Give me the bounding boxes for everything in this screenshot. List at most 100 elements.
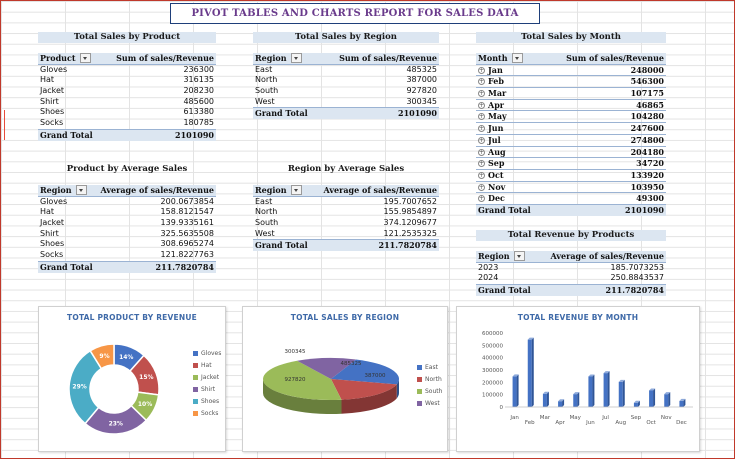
month-bar[interactable]	[618, 381, 623, 407]
row-label: Shoes	[40, 239, 65, 249]
column-label: Region	[478, 251, 510, 261]
month-bar[interactable]	[633, 402, 638, 407]
y-tick-label: 400000	[482, 356, 503, 362]
month-bar[interactable]	[603, 373, 608, 407]
pivot-rows: + Jan 248000 + Feb 546300 + Mar 107175 + Apr 46865 +…	[476, 65, 666, 204]
slice-value-label: 300345	[285, 349, 306, 355]
pivot-heading: Total Revenue by Products	[476, 230, 666, 241]
bar-side	[592, 374, 595, 407]
row-label: Jacket	[40, 218, 65, 228]
total-value: 2101090	[175, 129, 214, 140]
pivot-sales-by-region[interactable]: Total Sales by Region Region Sum of sale…	[253, 32, 439, 120]
filter-dropdown-icon[interactable]	[290, 185, 302, 196]
row-label: Socks	[40, 118, 64, 128]
pivot-column-header: Region Average of sales/Revenue	[253, 185, 439, 197]
month-bar[interactable]	[512, 376, 517, 407]
slice-label: 14%	[119, 354, 133, 361]
pivot-sales-by-month[interactable]: Total Sales by Month Month Sum of sales/…	[476, 32, 666, 216]
pivot-row: Shoes 308.6965274	[38, 239, 216, 250]
legend-label: Socks	[201, 409, 219, 417]
month-bar[interactable]	[558, 401, 563, 407]
month-bar[interactable]	[664, 394, 669, 407]
expand-icon[interactable]: +	[478, 148, 485, 156]
row-value: 300345	[406, 96, 437, 106]
month-bar[interactable]	[649, 390, 654, 407]
filter-dropdown-icon[interactable]	[79, 53, 91, 64]
row-label: South	[255, 86, 279, 96]
month-bar[interactable]	[588, 376, 593, 407]
month-bar[interactable]	[527, 339, 532, 407]
row-value: 308.6965274	[160, 239, 214, 249]
filter-dropdown-icon[interactable]	[75, 185, 87, 196]
legend-swatch	[193, 374, 198, 380]
expand-icon[interactable]: +	[478, 183, 485, 191]
expand-icon[interactable]: +	[478, 113, 485, 121]
chart-month-revenue[interactable]: TOTAL REVENUE BY MONTH 0 100000 200000 3000…	[456, 306, 700, 452]
legend-item: East	[417, 361, 442, 373]
legend-label: Gloves	[201, 349, 222, 357]
expand-icon[interactable]: +	[478, 171, 485, 179]
row-value: 185.7073253	[610, 262, 664, 272]
x-tick-label: Sep	[631, 415, 642, 421]
report-title: PIVOT TABLES AND CHARTS REPORT FOR SALES…	[191, 8, 519, 19]
row-label: Shoes	[40, 107, 65, 117]
y-tick-label: 300000	[482, 368, 503, 374]
row-value: 485325	[406, 64, 437, 74]
legend-swatch	[417, 376, 422, 382]
row-label: East	[255, 64, 273, 74]
legend-swatch	[417, 364, 422, 370]
filter-dropdown-icon[interactable]	[290, 53, 302, 64]
pivot-heading: Product by Average Sales	[66, 164, 188, 174]
pivot-row: North 387000	[253, 75, 439, 86]
row-label: West	[255, 228, 275, 238]
row-value: 155.9854897	[383, 207, 437, 217]
row-label: May	[488, 111, 507, 122]
pivot-row: + Feb 546300	[476, 75, 666, 87]
pivot-sales-by-product[interactable]: Total Sales by Product Product Sum of sa…	[38, 32, 216, 141]
row-value: 316135	[183, 75, 214, 85]
report-title-box[interactable]: PIVOT TABLES AND CHARTS REPORT FOR SALES…	[170, 3, 540, 24]
pivot-row: South 927820	[253, 86, 439, 97]
row-label: Gloves	[40, 196, 68, 206]
legend-swatch	[193, 386, 198, 392]
total-label: Grand Total	[255, 108, 308, 119]
expand-icon[interactable]: +	[478, 160, 485, 168]
legend-swatch	[193, 362, 198, 368]
pivot-rows: Gloves 200.0673854 Hat 158.8121547 Jacket 139…	[38, 197, 216, 261]
column-label: Region	[40, 185, 72, 195]
expand-icon[interactable]: +	[478, 195, 485, 203]
expand-icon[interactable]: +	[478, 136, 485, 144]
pivot-revenue-by-products[interactable]: Total Revenue by Products Region Average…	[476, 230, 666, 296]
total-label: Grand Total	[40, 261, 93, 272]
row-value: 46865	[636, 99, 664, 110]
pivot-rows: Gloves 236300 Hat 316135 Jacket 208230 Shirt 48…	[38, 65, 216, 129]
column-label: Region	[255, 185, 287, 195]
expand-icon[interactable]: +	[478, 101, 485, 109]
chart-region-sales[interactable]: TOTAL SALES BY REGION 485325 387000 927820…	[242, 306, 448, 452]
expand-icon[interactable]: +	[478, 78, 485, 86]
month-bar[interactable]	[542, 393, 547, 407]
month-bar[interactable]	[679, 400, 684, 407]
row-label: Sep	[488, 158, 505, 169]
expand-icon[interactable]: +	[478, 125, 485, 133]
x-tick-label: Mar	[540, 415, 551, 421]
legend-item: Shoes	[193, 395, 221, 407]
chart-product-revenue[interactable]: TOTAL PRODUCT BY REVENUE 14% 15% 10% 23% 29%…	[38, 306, 226, 452]
row-label: Jul	[488, 134, 501, 145]
row-value: 208230	[183, 86, 214, 96]
row-value: 485600	[183, 96, 214, 106]
row-label: Aug	[488, 146, 506, 157]
filter-dropdown-icon[interactable]	[513, 251, 525, 262]
slice-value-label: 927820	[285, 377, 306, 383]
filter-dropdown-icon[interactable]	[511, 53, 523, 64]
row-value: 180785	[183, 118, 214, 128]
expand-icon[interactable]: +	[478, 66, 485, 74]
pivot-row: + Apr 46865	[476, 98, 666, 111]
chart-legend: East North South West	[417, 361, 442, 409]
expand-icon[interactable]: +	[478, 90, 485, 98]
column-label: Sum of sales/Revenue	[339, 53, 437, 63]
total-label: Grand Total	[40, 129, 93, 140]
month-bar[interactable]	[573, 394, 578, 407]
pivot-product-avg[interactable]: Product by Average Sales Region Average …	[38, 164, 216, 273]
pivot-region-avg[interactable]: Region by Average Sales Region Average o…	[253, 164, 439, 252]
